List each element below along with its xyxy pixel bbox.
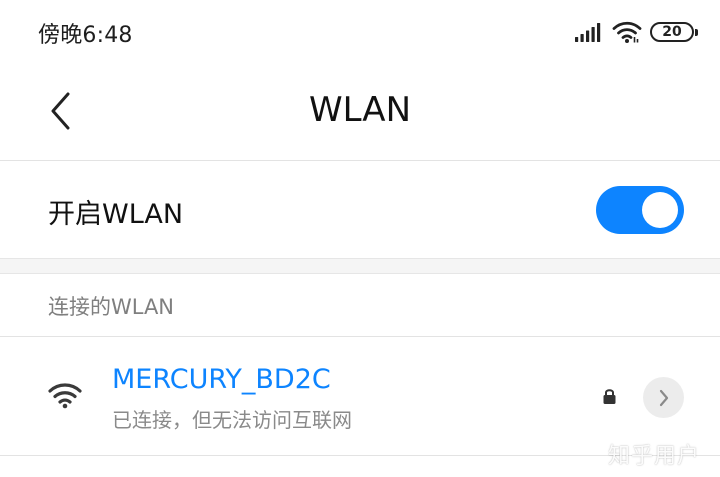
wifi-icon [48, 383, 82, 409]
wlan-toggle-switch[interactable] [596, 186, 684, 234]
wlan-toggle-label: 开启WLAN [48, 199, 184, 230]
watermark: 知乎用户 [607, 444, 700, 469]
network-detail-button[interactable] [643, 377, 684, 418]
chevron-right-icon [659, 389, 668, 406]
status-time: 傍晚6:48 [38, 23, 133, 48]
wifi-icon [612, 21, 642, 43]
wlan-toggle-row[interactable]: 开启WLAN [0, 161, 720, 257]
signal-icon [575, 23, 601, 42]
status-icons: 20 [574, 19, 698, 45]
section-gap [0, 258, 720, 274]
section-header-connected-wlan: 连接的WLAN [48, 295, 175, 319]
status-bar: 傍晚6:48 20 [0, 0, 720, 64]
page-title: WLAN [308, 90, 412, 130]
toggle-knob [642, 192, 678, 228]
title-bar: WLAN [0, 64, 720, 160]
network-status: 已连接，但无法访问互联网 [112, 408, 352, 432]
battery-tip [695, 29, 698, 36]
battery-icon: 20 [650, 22, 698, 42]
battery-level: 20 [662, 24, 682, 40]
network-ssid: MERCURY_BD2C [112, 364, 331, 395]
lock-icon [603, 389, 616, 404]
